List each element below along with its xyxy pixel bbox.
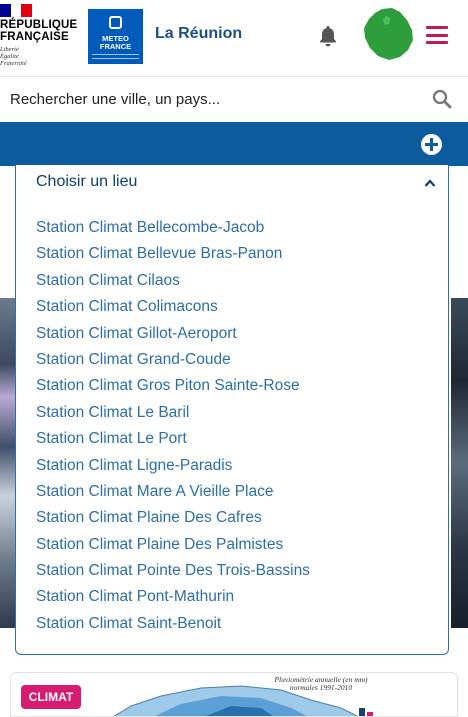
station-option[interactable]: Station Climat Saint-Benoit (36, 611, 436, 637)
search-bar (0, 77, 468, 121)
search-input[interactable] (10, 86, 410, 112)
republique-line: RÉPUBLIQUE (0, 19, 78, 31)
motto-liberte: Liberté (0, 46, 19, 53)
reunion-island-icon[interactable] (362, 6, 414, 62)
station-option[interactable]: Station Climat Plaine Des Palmistes (36, 532, 436, 558)
climat-card[interactable]: CLIMAT Pluviométrie annuelle (en mm) nor… (10, 672, 458, 717)
background-photo-right (451, 298, 468, 628)
station-option[interactable]: Station Climat Plaine Des Cafres (36, 505, 436, 531)
station-option[interactable]: Station Climat Ligne-Paradis (36, 453, 436, 479)
hamburger-menu-icon[interactable] (426, 26, 448, 44)
french-flag-icon (0, 4, 33, 17)
meteo-logo-tagline (92, 54, 139, 59)
dropdown-toggle[interactable]: Choisir un lieu (36, 173, 436, 195)
station-option[interactable]: Station Climat Bellecombe-Jacob (36, 215, 436, 241)
station-option[interactable]: Station Climat Le Baril (36, 400, 436, 426)
map-caption-subtitle: normales 1991-2010 (289, 683, 353, 692)
motto-fraternite: Fraternité (0, 60, 27, 67)
meteo-france-emblem-icon (109, 16, 122, 29)
station-option[interactable]: Station Climat Cilaos (36, 268, 436, 294)
background-photo-left (0, 298, 15, 628)
location-dropdown: Choisir un lieu Station Climat Bellecomb… (15, 165, 449, 655)
station-list: Station Climat Bellecombe-Jacob Station … (36, 215, 436, 637)
station-option[interactable]: Station Climat Gillot-Aeroport (36, 321, 436, 347)
station-option[interactable]: Station Climat Grand-Coude (36, 347, 436, 373)
search-icon[interactable] (432, 89, 452, 109)
station-option[interactable]: Station Climat Pointe Des Trois-Bassins (36, 558, 436, 584)
meteo-france-logo[interactable]: METEO FRANCE (88, 9, 143, 64)
station-option[interactable]: Station Climat Mare A Vieille Place (36, 479, 436, 505)
francaise-line: FRANÇAISE (0, 31, 69, 43)
site-header: RÉPUBLIQUE FRANÇAISE Liberté Égalité Fra… (0, 0, 468, 77)
plus-circle-icon[interactable] (421, 134, 442, 155)
region-title[interactable]: La Réunion (155, 25, 242, 43)
station-option[interactable]: Station Climat Colimacons (36, 294, 436, 320)
republique-francaise-logo[interactable]: RÉPUBLIQUE FRANÇAISE Liberté Égalité Fra… (0, 2, 80, 72)
station-option[interactable]: Station Climat Bellevue Bras-Panon (36, 241, 436, 267)
map-caption: Pluviométrie annuelle (en mm) normales 1… (261, 676, 381, 692)
chevron-up-icon[interactable] (424, 178, 436, 188)
france-logo-line: FRANCE (99, 42, 132, 51)
dropdown-title: Choisir un lieu (36, 173, 138, 190)
location-bar (0, 122, 468, 166)
station-option[interactable]: Station Climat Pont-Mathurin (36, 584, 436, 610)
motto: Liberté Égalité Fraternité (0, 46, 27, 67)
motto-egalite: Égalité (0, 53, 19, 60)
climat-badge: CLIMAT (21, 685, 81, 709)
station-option[interactable]: Station Climat Gros Piton Sainte-Rose (36, 373, 436, 399)
station-option[interactable]: Station Climat Le Port (36, 426, 436, 452)
bell-icon[interactable] (316, 24, 340, 48)
